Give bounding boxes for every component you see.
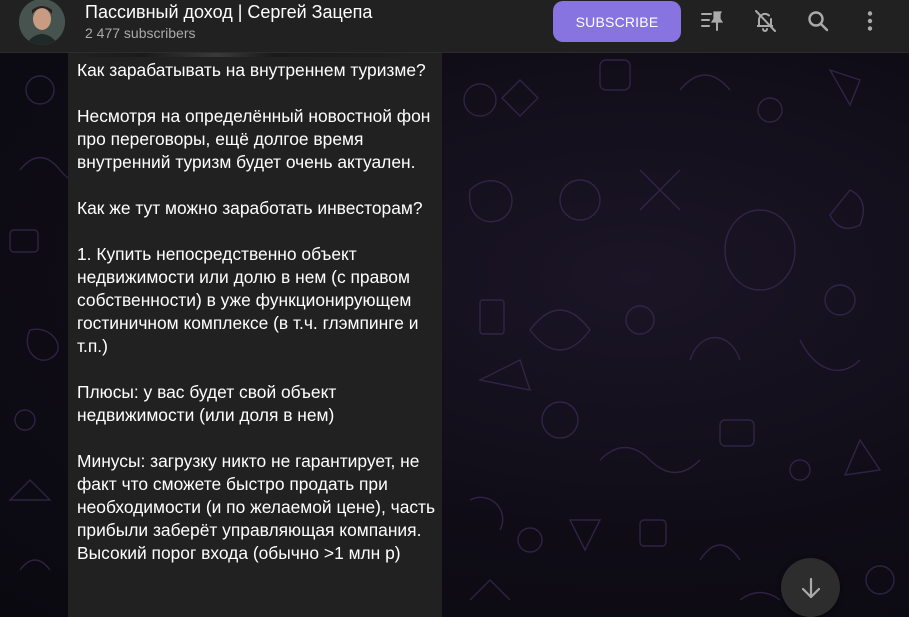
search-icon[interactable] <box>805 8 831 34</box>
message-text: Как зарабатывать на внутреннем туризме? … <box>77 60 436 563</box>
message-bubble: Как зарабатывать на внутреннем туризме? … <box>68 53 442 617</box>
channel-title[interactable]: Пассивный доход | Сергей Зацепа <box>85 2 372 23</box>
arrow-down-icon <box>801 577 820 598</box>
message-media-edge <box>68 53 442 57</box>
avatar[interactable] <box>19 0 65 45</box>
chat-header: Пассивный доход | Сергей Зацепа 2 477 su… <box>0 0 909 53</box>
subscriber-count: 2 477 subscribers <box>85 25 196 41</box>
more-icon[interactable] <box>857 8 883 34</box>
pinned-messages-icon[interactable] <box>699 8 725 34</box>
scroll-down-button[interactable] <box>781 558 840 617</box>
avatar-image <box>19 0 65 45</box>
subscribe-button[interactable]: SUBSCRIBE <box>553 1 681 42</box>
mute-icon[interactable] <box>752 8 778 34</box>
